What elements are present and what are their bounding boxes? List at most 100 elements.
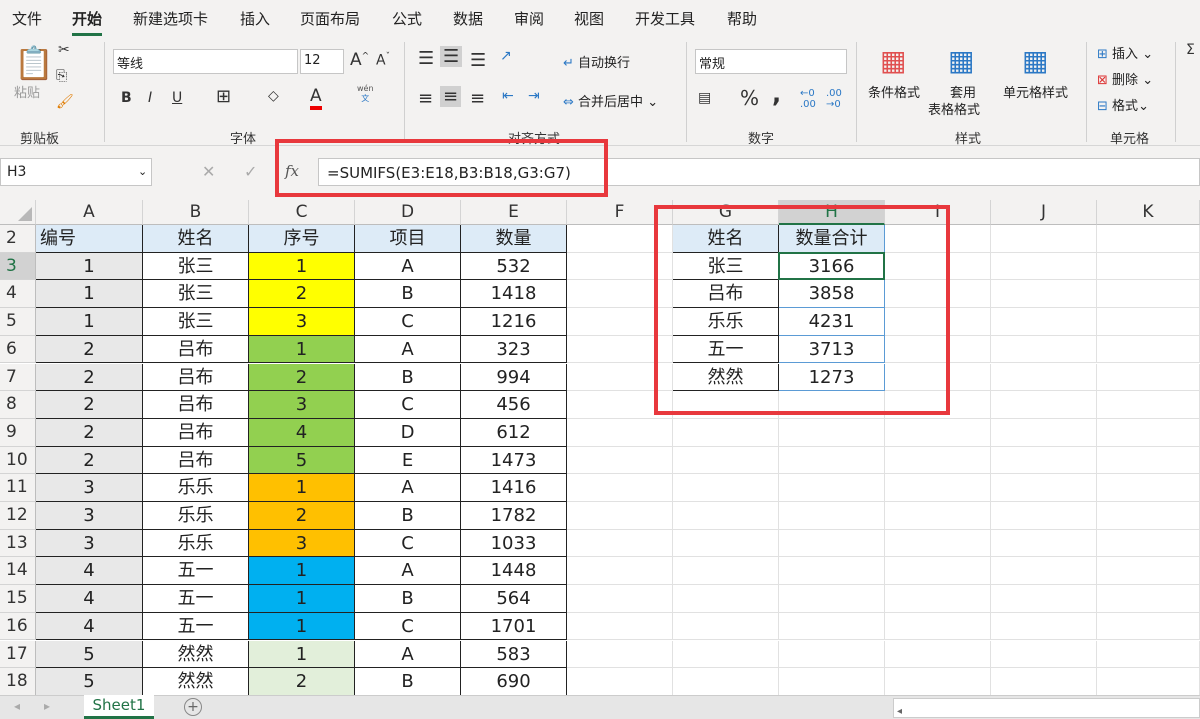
table-cell[interactable]: 2 — [36, 391, 143, 419]
table-cell[interactable]: 乐乐 — [143, 474, 249, 502]
cell[interactable] — [673, 474, 779, 502]
cell[interactable] — [567, 640, 673, 669]
delete-cells-button[interactable]: ⊠ 删除 ⌄ — [1097, 69, 1153, 88]
table-cell[interactable]: A — [355, 640, 461, 669]
table-cell[interactable]: 五一 — [143, 612, 249, 641]
column-header-e[interactable]: E — [461, 200, 567, 225]
table-cell[interactable]: 323 — [461, 335, 567, 364]
table-cell[interactable]: C — [355, 391, 461, 419]
table-cell[interactable]: 583 — [461, 640, 567, 669]
column-header-a[interactable]: A — [36, 200, 143, 225]
row-header-6[interactable]: 6 — [0, 335, 36, 364]
cell[interactable] — [1097, 446, 1200, 475]
table-cell[interactable]: 2 — [36, 418, 143, 447]
borders-icon[interactable]: ⊞ — [216, 86, 231, 107]
table-cell[interactable]: 5 — [249, 446, 355, 475]
cell[interactable] — [567, 446, 673, 475]
cell[interactable] — [673, 502, 779, 530]
table-cell[interactable]: 2 — [36, 335, 143, 364]
cell[interactable] — [673, 640, 779, 669]
cell[interactable] — [1097, 418, 1200, 447]
cell[interactable] — [991, 668, 1097, 695]
menu-tab[interactable]: 文件 — [12, 8, 42, 29]
cell[interactable] — [1097, 474, 1200, 502]
increase-decimal-icon[interactable]: ←0.00 — [800, 88, 816, 110]
align-top-icon[interactable]: ☰ — [418, 48, 434, 69]
cell[interactable] — [567, 668, 673, 695]
fill-color-icon[interactable]: ◇ — [268, 88, 279, 104]
format-table-icon[interactable]: ▦ — [948, 44, 974, 77]
spreadsheet-grid[interactable]: A B C D E F G H I J K 2 3 4 5 6 7 8 9 10 11 12 13 14 15 16 17 18 编号姓… — [0, 200, 1200, 695]
row-header-10[interactable]: 10 — [0, 446, 36, 475]
decrease-font-icon[interactable]: Aˇ — [376, 52, 390, 69]
name-box[interactable]: H3 — [0, 158, 152, 186]
cell[interactable] — [991, 391, 1097, 419]
table-cell[interactable]: 1416 — [461, 474, 567, 502]
accounting-icon[interactable]: ▤ — [698, 90, 711, 106]
table-cell[interactable]: 然然 — [143, 668, 249, 695]
cell[interactable] — [1097, 502, 1200, 530]
table-cell[interactable]: 4 — [36, 612, 143, 641]
cell[interactable] — [991, 252, 1097, 281]
cell[interactable] — [1097, 391, 1200, 419]
cell[interactable] — [567, 418, 673, 447]
cell[interactable] — [779, 502, 885, 530]
cell[interactable] — [991, 585, 1097, 613]
row-header-15[interactable]: 15 — [0, 585, 36, 613]
table-cell[interactable]: 5 — [36, 640, 143, 669]
table-cell[interactable]: 吕布 — [143, 391, 249, 419]
table-header[interactable]: 项目 — [355, 225, 461, 253]
cell[interactable] — [991, 557, 1097, 586]
table-cell[interactable]: 吕布 — [143, 335, 249, 364]
table-cell[interactable]: 3 — [249, 391, 355, 419]
table-cell[interactable]: 3 — [249, 529, 355, 558]
conditional-format-button[interactable]: 条件格式 — [868, 82, 920, 101]
table-cell[interactable]: 4 — [36, 557, 143, 586]
table-cell[interactable]: 564 — [461, 585, 567, 613]
table-cell[interactable]: C — [355, 308, 461, 336]
column-header-c[interactable]: C — [249, 200, 355, 225]
format-table-button2[interactable]: 表格格式 — [928, 99, 980, 118]
cell[interactable] — [567, 585, 673, 613]
table-cell[interactable]: 2 — [249, 668, 355, 695]
scroll-tabs-left-icon[interactable]: ◂ — [14, 699, 20, 713]
table-cell[interactable]: C — [355, 612, 461, 641]
comma-button[interactable]: , — [772, 80, 781, 108]
align-middle-icon[interactable]: ☰ — [440, 46, 463, 67]
font-color-icon[interactable]: A — [310, 86, 322, 110]
table-cell[interactable]: 乐乐 — [143, 502, 249, 530]
table-cell[interactable]: 吕布 — [143, 446, 249, 475]
cell[interactable] — [1097, 612, 1200, 641]
table-cell[interactable]: 4 — [249, 418, 355, 447]
cell[interactable] — [991, 612, 1097, 641]
autosum-icon[interactable]: Σ — [1186, 42, 1195, 58]
table-cell[interactable]: B — [355, 668, 461, 695]
table-cell[interactable]: A — [355, 474, 461, 502]
merge-center-button[interactable]: ⇔ 合并后居中 ⌄ — [563, 91, 658, 110]
cell[interactable] — [779, 474, 885, 502]
table-cell[interactable]: 5 — [36, 668, 143, 695]
cell[interactable] — [1097, 252, 1200, 281]
cell[interactable] — [991, 225, 1097, 253]
scroll-tabs-right-icon[interactable]: ▸ — [44, 699, 50, 713]
cell[interactable] — [1097, 363, 1200, 392]
cell[interactable] — [885, 612, 991, 641]
wrap-text-button[interactable]: ↵ 自动换行 — [563, 52, 630, 71]
cell[interactable] — [673, 585, 779, 613]
table-header[interactable]: 编号 — [36, 225, 143, 253]
cell[interactable] — [1097, 225, 1200, 253]
table-cell[interactable]: 1 — [249, 335, 355, 364]
menu-tab[interactable]: 新建选项卡 — [133, 8, 208, 29]
cell[interactable] — [991, 363, 1097, 392]
cell[interactable] — [1097, 585, 1200, 613]
table-cell[interactable]: 2 — [249, 363, 355, 392]
cell[interactable] — [567, 612, 673, 641]
cell[interactable] — [991, 280, 1097, 309]
orientation-icon[interactable]: ↗ — [500, 48, 512, 64]
align-center-icon[interactable]: ≡ — [440, 86, 462, 107]
add-sheet-button[interactable]: + — [184, 698, 202, 716]
cell[interactable] — [991, 529, 1097, 558]
table-cell[interactable]: A — [355, 557, 461, 586]
table-cell[interactable]: 1 — [249, 640, 355, 669]
row-header-5[interactable]: 5 — [0, 308, 36, 336]
